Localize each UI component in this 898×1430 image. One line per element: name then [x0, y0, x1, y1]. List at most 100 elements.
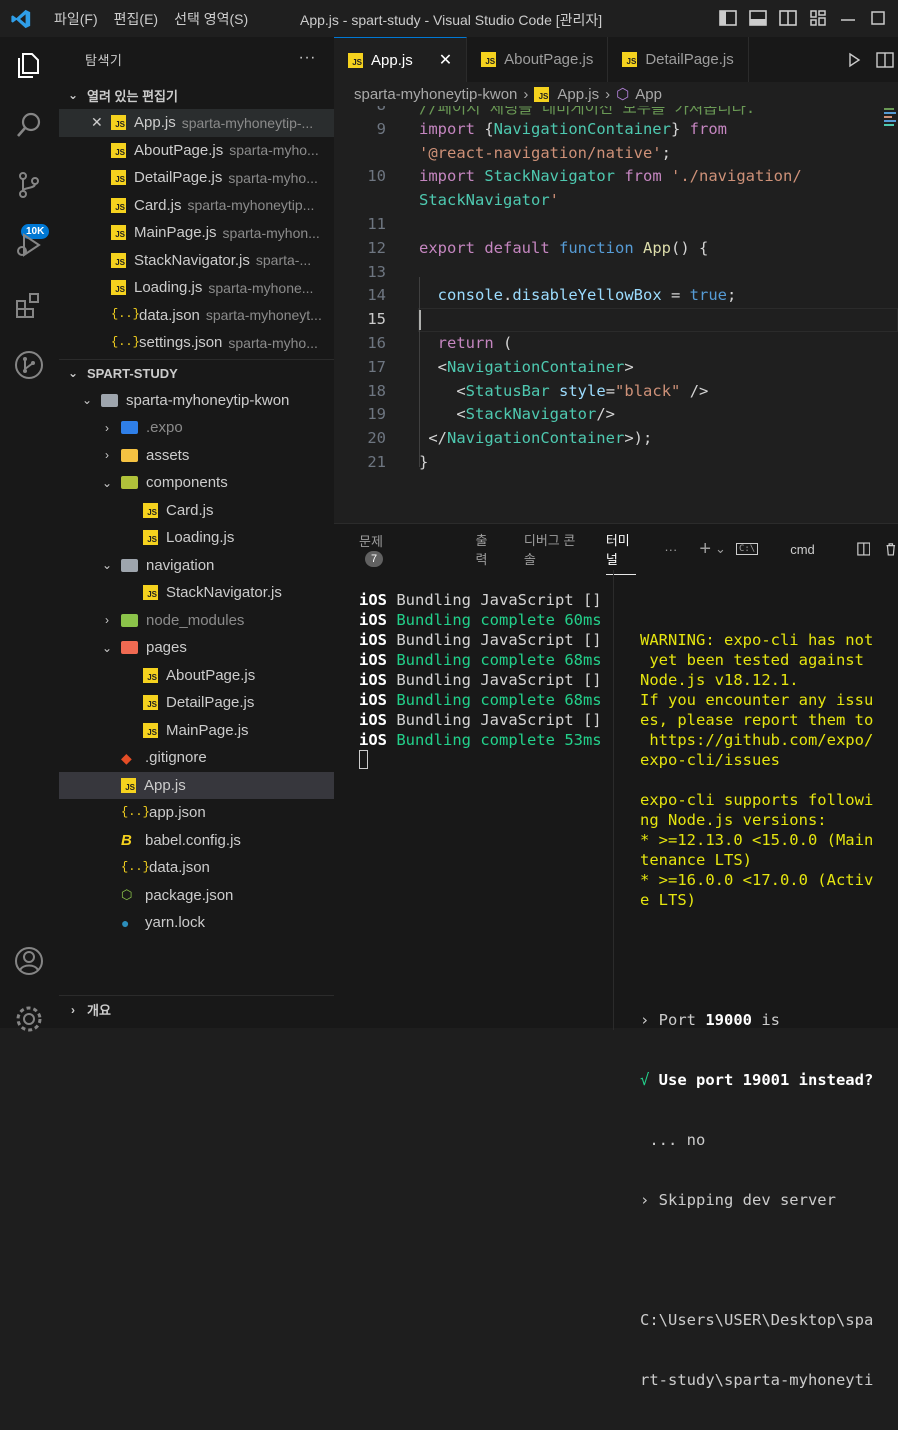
tree-item-root-folder[interactable]: ⌄ sparta-myhoneytip-kwon: [59, 387, 334, 415]
tab-debug-console[interactable]: 디버그 콘솔: [524, 530, 578, 568]
tab-output[interactable]: 출력: [476, 530, 496, 568]
chevron-right-icon: ›: [523, 85, 529, 103]
tree-item[interactable]: JS Loading.js: [59, 524, 334, 552]
open-editor-item[interactable]: JS Loading.js sparta-myhone...: [59, 274, 334, 302]
code-editor[interactable]: 8 //페이지 세팅을 네비게이션 모두를 가져옵니다. 9 import {Navi…: [334, 106, 898, 523]
menu-selection[interactable]: 선택 영역(S): [166, 9, 256, 29]
code-line[interactable]: //페이지 세팅을 네비게이션 모두를 가져옵니다.: [419, 106, 755, 118]
tree-item[interactable]: JS DetailPage.js: [59, 689, 334, 717]
toggle-secondary-sidebar-icon[interactable]: [778, 8, 798, 28]
open-editor-item[interactable]: JS AboutPage.js sparta-myho...: [59, 137, 334, 165]
tree-item[interactable]: JS AboutPage.js: [59, 662, 334, 690]
open-editor-path: sparta-myhone...: [208, 279, 314, 296]
code-line[interactable]: '@react-navigation/native';: [419, 144, 671, 162]
code-line[interactable]: <NavigationContainer>: [419, 358, 634, 376]
open-editor-item[interactable]: ✕ JS App.js sparta-myhoneytip-...: [59, 109, 334, 137]
window-title: App.js - spart-study - Visual Studio Cod…: [300, 12, 603, 28]
close-editor-icon[interactable]: ✕: [91, 114, 103, 131]
toggle-sidebar-icon[interactable]: [718, 8, 738, 28]
breadcrumb-symbol[interactable]: App: [635, 86, 662, 103]
bottom-panel: 문제 7 출력 디버그 콘솔 터미널 ··· + ⌄ C:\ cmd iOS Bu…: [334, 523, 898, 1389]
outline-header[interactable]: › 개요: [59, 995, 334, 1023]
open-editor-item[interactable]: {..} settings.json sparta-myho...: [59, 329, 334, 357]
code-line[interactable]: console.disableYellowBox = true;: [419, 286, 737, 304]
tab-detailpage-js[interactable]: JS DetailPage.js: [608, 37, 749, 82]
code-line[interactable]: StackNavigator': [419, 191, 559, 209]
code-line[interactable]: return (: [419, 334, 513, 352]
breadcrumb-folder[interactable]: sparta-myhoneytip-kwon: [354, 86, 517, 103]
workspace-header[interactable]: ⌄ SPART-STUDY: [59, 358, 334, 387]
terminal-shell-selector[interactable]: C:\ cmd: [735, 542, 843, 557]
close-tab-icon[interactable]: ✕: [439, 50, 452, 70]
code-line[interactable]: </NavigationContainer>);: [419, 429, 652, 447]
more-actions-icon[interactable]: ···: [664, 542, 677, 557]
chevron-down-icon[interactable]: ⌄: [715, 541, 726, 557]
js-file-icon: JS: [143, 530, 158, 546]
code-line[interactable]: <StackNavigator/>: [419, 405, 615, 423]
minimap[interactable]: [884, 106, 898, 146]
tree-item[interactable]: ◆ .gitignore: [59, 744, 334, 772]
code-line[interactable]: export default function App() {: [419, 239, 708, 257]
split-terminal-icon[interactable]: [857, 541, 871, 557]
maximize-icon[interactable]: [868, 8, 888, 28]
breadcrumb-file[interactable]: App.js: [557, 86, 599, 103]
split-editor-icon[interactable]: [876, 51, 894, 68]
tree-item[interactable]: ⬡ package.json: [59, 882, 334, 910]
open-editor-item[interactable]: JS StackNavigator.js sparta-...: [59, 247, 334, 275]
minimize-icon[interactable]: [838, 8, 858, 28]
code-line[interactable]: import {NavigationContainer} from: [419, 120, 727, 138]
new-terminal-icon[interactable]: +: [699, 538, 711, 561]
open-editors-header[interactable]: ⌄ 열려 있는 편집기: [59, 81, 334, 109]
panel-tabs: 문제 7 출력 디버그 콘솔 터미널 ··· + ⌄ C:\ cmd: [334, 524, 898, 575]
open-editor-item[interactable]: JS Card.js sparta-myhoneytip...: [59, 192, 334, 220]
tab-terminal[interactable]: 터미널: [605, 530, 637, 575]
tree-item[interactable]: Bbabel.config.js: [59, 827, 334, 855]
terminal-right[interactable]: WARNING: expo-cli has not yet been teste…: [640, 590, 873, 1430]
chevron-right-icon: ›: [71, 1002, 75, 1017]
git-graph-icon[interactable]: [13, 349, 45, 381]
code-line[interactable]: <StatusBar style="black" />: [419, 382, 708, 400]
search-icon[interactable]: [13, 109, 45, 141]
open-editor-item[interactable]: JS MainPage.js sparta-myhon...: [59, 219, 334, 247]
vscode-logo-icon[interactable]: [10, 8, 32, 30]
tree-item[interactable]: {..} data.json: [59, 854, 334, 882]
tree-item[interactable]: › .expo: [59, 414, 334, 442]
explorer-icon[interactable]: [13, 49, 45, 81]
tab-label: DetailPage.js: [645, 51, 734, 68]
tree-item[interactable]: JS MainPage.js: [59, 717, 334, 745]
tree-item[interactable]: ● yarn.lock: [59, 909, 334, 937]
tree-item[interactable]: › assets: [59, 442, 334, 470]
tab-problems[interactable]: 문제 7: [359, 531, 448, 567]
code-line[interactable]: }: [419, 453, 428, 471]
tree-item[interactable]: JS Card.js: [59, 497, 334, 525]
tree-item[interactable]: ⌄ components: [59, 469, 334, 497]
customize-layout-icon[interactable]: [808, 8, 828, 28]
tree-item[interactable]: ⌄ pages: [59, 634, 334, 662]
run-file-icon[interactable]: [846, 52, 862, 68]
tab-app-js[interactable]: JS App.js ✕: [334, 37, 468, 82]
terminal-left[interactable]: iOS Bundling JavaScript [] iOS Bundling c…: [359, 590, 602, 769]
menu-edit[interactable]: 편집(E): [106, 9, 166, 29]
tree-item[interactable]: JS App.js: [59, 771, 334, 799]
tree-item[interactable]: {..} app.json: [59, 799, 334, 827]
source-control-icon[interactable]: [13, 169, 45, 201]
terminal-split-divider[interactable]: [613, 570, 614, 1030]
tree-item[interactable]: JS StackNavigator.js: [59, 579, 334, 607]
tab-problems-label: 문제: [359, 534, 383, 549]
settings-gear-icon[interactable]: [13, 1003, 45, 1035]
extensions-icon[interactable]: [13, 289, 45, 321]
code-line[interactable]: import StackNavigator from './navigation…: [419, 167, 802, 185]
open-editor-item[interactable]: {..} data.json sparta-myhoneyt...: [59, 302, 334, 330]
account-icon[interactable]: [13, 945, 45, 977]
js-file-icon: JS: [111, 280, 126, 296]
tab-aboutpage-js[interactable]: JS AboutPage.js: [467, 37, 609, 82]
open-editor-item[interactable]: JS DetailPage.js sparta-myho...: [59, 164, 334, 192]
trash-icon[interactable]: [884, 541, 898, 557]
json-file-icon: {..}: [111, 307, 140, 322]
tree-item[interactable]: ⌄ navigation: [59, 552, 334, 580]
run-debug-icon[interactable]: [13, 229, 45, 261]
more-actions-icon[interactable]: ···: [299, 49, 316, 67]
menu-file[interactable]: 파일(F): [46, 9, 106, 29]
toggle-panel-icon[interactable]: [748, 8, 768, 28]
tree-item[interactable]: › node_modules: [59, 607, 334, 635]
